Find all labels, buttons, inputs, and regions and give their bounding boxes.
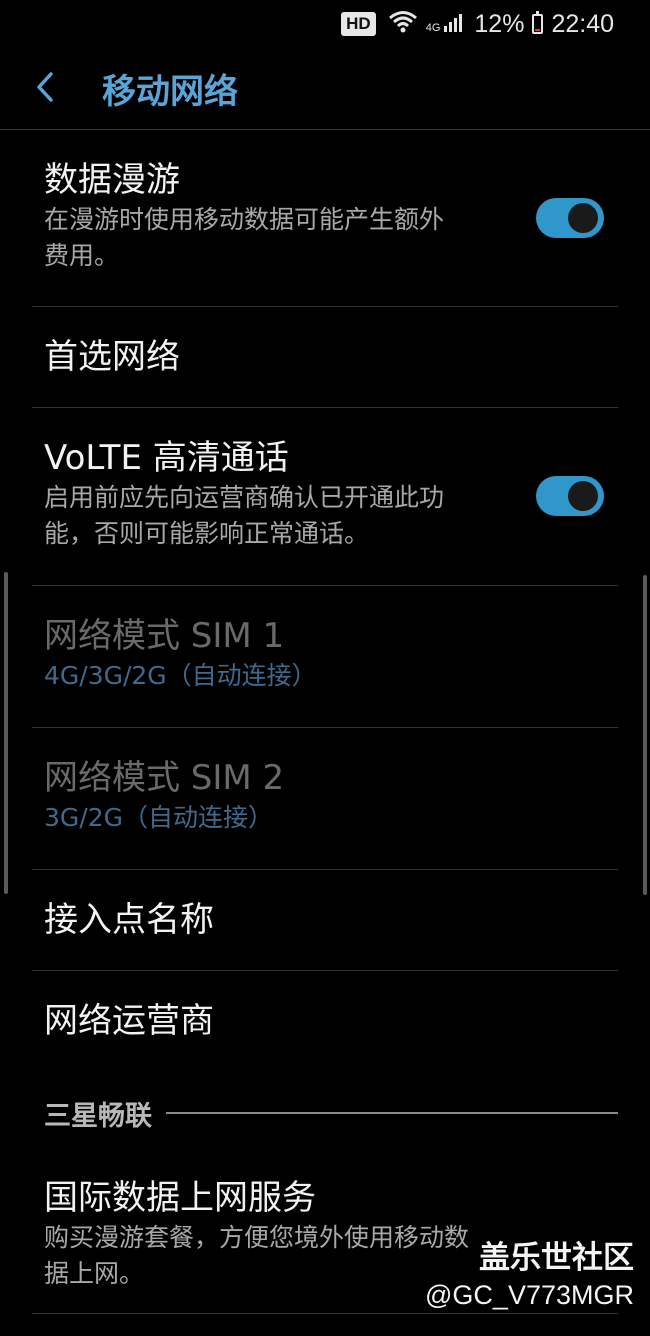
- volte-toggle[interactable]: [536, 476, 604, 516]
- watermark-title: 盖乐世社区: [479, 1240, 634, 1275]
- item-subtitle: 3G/2G（自动连接）: [44, 803, 273, 832]
- app-bar: 移动网络: [0, 48, 650, 130]
- back-button[interactable]: [0, 48, 90, 130]
- data-roaming-toggle[interactable]: [536, 198, 604, 238]
- scroll-indicator-left: [4, 572, 8, 894]
- item-subtitle: 购买漫游套餐，方便您境外使用移动数据上网。: [44, 1223, 470, 1288]
- wifi-icon: [388, 9, 418, 40]
- section-header: 三星畅联: [32, 1072, 618, 1154]
- network-operator-item[interactable]: 网络运营商: [32, 971, 618, 1072]
- item-subtitle: 启用前应先向运营商确认已开通此功能，否则可能影响正常通话。: [44, 483, 445, 548]
- network-mode-sim1-item: 网络模式 SIM 1 4G/3G/2G（自动连接）: [32, 586, 618, 728]
- preferred-network-item[interactable]: 首选网络: [32, 307, 618, 408]
- network-mode-sim2-item: 网络模式 SIM 2 3G/2G（自动连接）: [32, 728, 618, 870]
- chevron-left-icon: [33, 70, 57, 108]
- volte-item[interactable]: VoLTE 高清通话 启用前应先向运营商确认已开通此功能，否则可能影响正常通话。: [32, 408, 618, 586]
- watermark-user: @GC_V773MGR: [425, 1280, 634, 1310]
- battery-icon: [532, 11, 544, 34]
- item-title: 网络运营商: [44, 1001, 214, 1041]
- battery-fill: [535, 29, 541, 31]
- item-title: 国际数据上网服务: [44, 1178, 316, 1218]
- status-bar: HD 4G 12% 22:40: [0, 0, 650, 48]
- item-title: 网络模式 SIM 2: [44, 758, 285, 798]
- item-subtitle: 在漫游时使用移动数据可能产生额外费用。: [44, 205, 445, 270]
- item-title: 数据漫游: [44, 160, 180, 200]
- page-title: 移动网络: [102, 72, 238, 112]
- section-divider: [166, 1112, 618, 1114]
- apn-item[interactable]: 接入点名称: [32, 870, 618, 971]
- item-title: 首选网络: [44, 337, 180, 377]
- battery-percent: 12%: [474, 9, 525, 38]
- item-title: VoLTE 高清通话: [44, 438, 289, 478]
- item-title: 网络模式 SIM 1: [44, 616, 285, 656]
- clock: 22:40: [551, 9, 614, 38]
- signal-icon: [444, 10, 466, 39]
- hd-badge: HD: [341, 12, 376, 36]
- data-roaming-item[interactable]: 数据漫游 在漫游时使用移动数据可能产生额外费用。: [32, 130, 618, 307]
- scrollbar[interactable]: [643, 575, 647, 895]
- toggle-knob: [566, 201, 600, 235]
- toggle-knob: [566, 479, 600, 513]
- settings-list: 数据漫游 在漫游时使用移动数据可能产生额外费用。 首选网络 VoLTE 高清通话…: [0, 130, 650, 1314]
- network-type: 4G: [425, 22, 441, 34]
- section-title: 三星畅联: [44, 1100, 152, 1132]
- item-title: 接入点名称: [44, 900, 214, 940]
- item-subtitle: 4G/3G/2G（自动连接）: [44, 661, 317, 690]
